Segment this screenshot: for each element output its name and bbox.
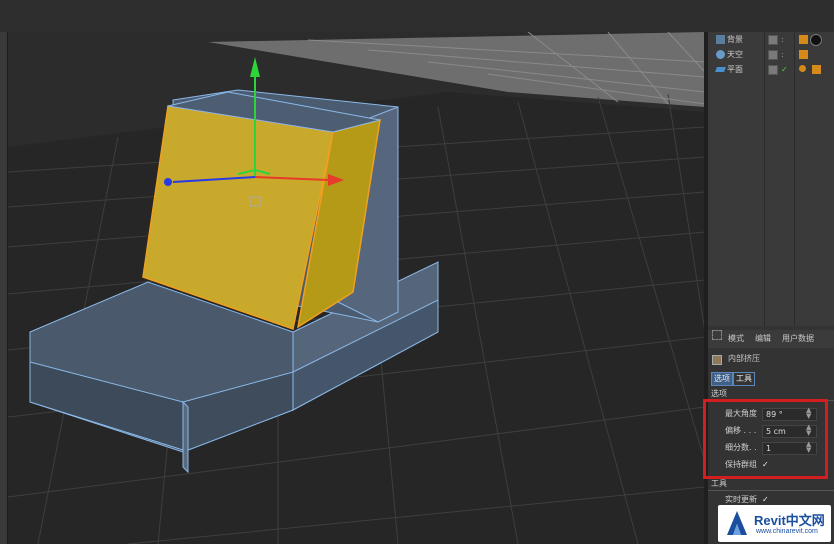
enabled-check-icon[interactable]: ✓ xyxy=(781,62,788,77)
object-row-background[interactable]: 背景 : xyxy=(708,32,834,47)
render-toggle[interactable] xyxy=(768,50,778,60)
tool-name-label: 内部挤压 xyxy=(728,354,760,363)
render-toggle[interactable] xyxy=(768,35,778,45)
highlight-annotation-box xyxy=(703,399,828,479)
inner-extrude-icon xyxy=(712,355,722,365)
left-tool-strip xyxy=(0,32,7,544)
revit-logo-icon xyxy=(727,511,747,535)
object-label: 平面 xyxy=(727,65,743,74)
site-watermark: Revit中文网 www.chinarevit.com xyxy=(718,505,831,542)
plane-object-icon xyxy=(715,67,726,72)
tab-tool[interactable]: 工具 xyxy=(733,372,755,386)
material-tag-icon[interactable] xyxy=(799,35,808,44)
grip-icon[interactable] xyxy=(712,330,722,340)
tool-section-header[interactable]: 工具 xyxy=(708,478,834,491)
z-axis-handle-icon[interactable] xyxy=(164,178,172,186)
tool-header-label: 工具 xyxy=(711,479,727,488)
tab-mode[interactable]: 模式 xyxy=(728,330,744,348)
visibility-dots-icon[interactable]: : xyxy=(781,32,784,47)
visibility-dots-icon[interactable]: : xyxy=(781,47,784,62)
background-object-icon xyxy=(716,35,725,44)
tab-edit[interactable]: 编辑 xyxy=(755,330,771,348)
render-toggle[interactable] xyxy=(768,65,778,75)
object-label: 背景 xyxy=(727,35,743,44)
object-row-plane[interactable]: 平面 ✓ xyxy=(708,62,834,77)
tool-subtabs: 选项 工具 xyxy=(708,370,834,386)
3d-viewport[interactable] xyxy=(7,32,705,544)
tab-options[interactable]: 选项 xyxy=(711,372,733,386)
object-label: 天空 xyxy=(727,50,743,59)
watermark-url: www.chinarevit.com xyxy=(756,528,818,535)
watermark-title: Revit中文网 xyxy=(754,513,825,528)
phong-tag-icon[interactable] xyxy=(799,65,806,72)
material-tag-icon[interactable] xyxy=(799,50,808,59)
material-tag-icon[interactable] xyxy=(812,65,821,74)
attribute-tabs: 模式 编辑 用户数据 xyxy=(708,330,834,348)
object-manager: 背景 : 天空 : 平面 ✓ xyxy=(708,32,834,326)
sky-object-icon xyxy=(716,50,725,59)
tool-title: 内部挤压 xyxy=(708,350,834,368)
tab-user-data[interactable]: 用户数据 xyxy=(782,330,814,348)
object-row-sky[interactable]: 天空 : xyxy=(708,47,834,62)
material-sphere-icon[interactable] xyxy=(810,34,822,46)
top-toolbar xyxy=(0,0,834,32)
viewport-scene xyxy=(8,32,705,544)
